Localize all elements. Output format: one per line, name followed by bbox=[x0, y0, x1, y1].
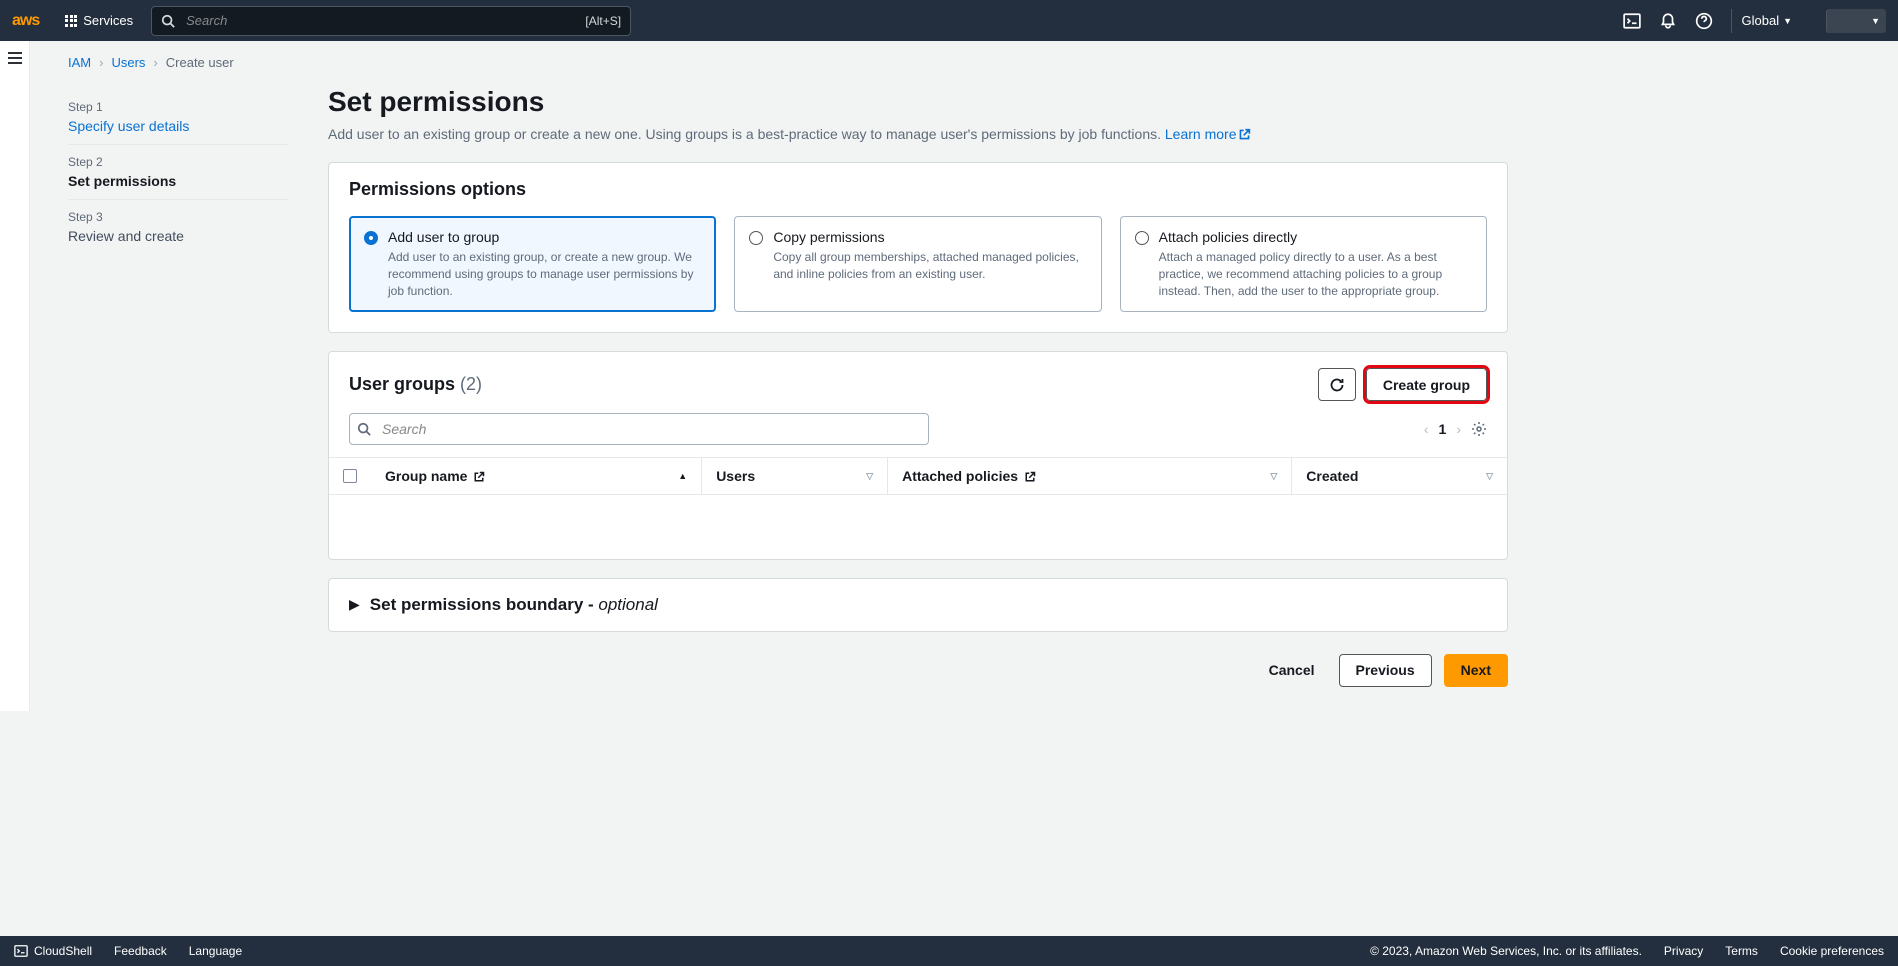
permissions-options-panel: Permissions options Add user to group Ad… bbox=[328, 162, 1508, 333]
chevron-right-icon: › bbox=[99, 55, 103, 70]
language-link[interactable]: Language bbox=[189, 944, 242, 958]
learn-more-link[interactable]: Learn more bbox=[1165, 126, 1252, 142]
option-add-to-group[interactable]: Add user to group Add user to an existin… bbox=[349, 216, 716, 312]
option-copy-permissions[interactable]: Copy permissions Copy all group membersh… bbox=[734, 216, 1101, 312]
feedback-link[interactable]: Feedback bbox=[114, 944, 167, 958]
radio-icon bbox=[1135, 231, 1149, 245]
cookies-link[interactable]: Cookie preferences bbox=[1780, 944, 1884, 958]
external-link-icon bbox=[473, 471, 485, 483]
col-created[interactable]: Created▽ bbox=[1292, 458, 1507, 495]
step-3: Step 3 Review and create bbox=[68, 200, 288, 254]
sort-icon: ▽ bbox=[866, 471, 873, 482]
radio-icon bbox=[749, 231, 763, 245]
option-title: Copy permissions bbox=[773, 229, 884, 245]
left-rail bbox=[0, 41, 30, 711]
panel-header: Permissions options bbox=[329, 163, 1507, 216]
chevron-right-icon: › bbox=[153, 55, 157, 70]
cancel-button[interactable]: Cancel bbox=[1257, 654, 1327, 687]
step-title: Specify user details bbox=[68, 118, 288, 134]
permissions-boundary-title: Set permissions boundary - optional bbox=[370, 595, 658, 615]
page-description: Add user to an existing group or create … bbox=[328, 126, 1508, 142]
hamburger-icon[interactable] bbox=[7, 51, 23, 65]
breadcrumb-current: Create user bbox=[166, 55, 234, 70]
option-title: Add user to group bbox=[388, 229, 499, 245]
col-attached-policies[interactable]: Attached policies ▽ bbox=[888, 458, 1292, 495]
create-group-button[interactable]: Create group bbox=[1366, 368, 1487, 401]
page-next[interactable]: › bbox=[1456, 421, 1461, 437]
step-title: Review and create bbox=[68, 228, 288, 244]
cloudshell-icon bbox=[14, 944, 28, 958]
topnav-right: Global ▼ ▼ bbox=[1623, 9, 1887, 33]
step-label: Step 3 bbox=[68, 210, 288, 224]
step-2: Step 2 Set permissions bbox=[68, 145, 288, 200]
services-label: Services bbox=[83, 13, 133, 28]
sort-icon: ▽ bbox=[1270, 471, 1277, 482]
breadcrumb-users[interactable]: Users bbox=[111, 55, 145, 70]
region-label: Global bbox=[1742, 13, 1780, 28]
cloudshell-button[interactable]: CloudShell bbox=[14, 944, 92, 958]
step-label: Step 2 bbox=[68, 155, 288, 169]
external-link-icon bbox=[1238, 128, 1251, 141]
external-link-icon bbox=[1024, 471, 1036, 483]
help-icon[interactable] bbox=[1695, 12, 1713, 30]
wizard-steps: Step 1 Specify user details Step 2 Set p… bbox=[68, 76, 288, 711]
option-attach-policies[interactable]: Attach policies directly Attach a manage… bbox=[1120, 216, 1487, 312]
gear-icon[interactable] bbox=[1471, 421, 1487, 437]
form-footer: Cancel Previous Next bbox=[328, 650, 1508, 711]
previous-button[interactable]: Previous bbox=[1339, 654, 1432, 687]
bottom-bar: CloudShell Feedback Language © 2023, Ama… bbox=[0, 936, 1898, 966]
privacy-link[interactable]: Privacy bbox=[1664, 944, 1703, 958]
search-icon bbox=[161, 14, 175, 28]
top-nav: aws Services [Alt+S] Global ▼ ▼ bbox=[0, 0, 1898, 41]
caret-right-icon: ▶ bbox=[349, 596, 360, 613]
account-menu[interactable]: ▼ bbox=[1826, 9, 1886, 33]
user-groups-title: User groups (2) bbox=[349, 374, 482, 395]
step-title: Set permissions bbox=[68, 173, 288, 189]
global-search: [Alt+S] bbox=[151, 6, 631, 36]
refresh-button[interactable] bbox=[1318, 368, 1356, 401]
search-shortcut: [Alt+S] bbox=[585, 14, 621, 28]
region-selector[interactable]: Global ▼ bbox=[1731, 9, 1803, 33]
groups-table: Group name ▲ Users▽ Attached polici bbox=[329, 457, 1507, 559]
option-desc: Add user to an existing group, or create… bbox=[388, 249, 701, 299]
step-label: Step 1 bbox=[68, 100, 288, 114]
page-title: Set permissions bbox=[328, 86, 1508, 118]
group-search-input[interactable] bbox=[349, 413, 929, 445]
user-groups-count: (2) bbox=[460, 374, 482, 394]
col-group-name[interactable]: Group name ▲ bbox=[371, 458, 702, 495]
option-desc: Attach a managed policy directly to a us… bbox=[1159, 249, 1472, 299]
copyright: © 2023, Amazon Web Services, Inc. or its… bbox=[1370, 944, 1642, 958]
pagination: ‹ 1 › bbox=[1424, 421, 1487, 437]
select-all-checkbox[interactable] bbox=[343, 469, 357, 483]
refresh-icon bbox=[1329, 377, 1345, 393]
user-groups-panel: User groups (2) Create group bbox=[328, 351, 1508, 560]
option-title: Attach policies directly bbox=[1159, 229, 1298, 245]
terms-link[interactable]: Terms bbox=[1725, 944, 1758, 958]
breadcrumb-iam[interactable]: IAM bbox=[68, 55, 91, 70]
grid-icon bbox=[65, 15, 77, 27]
search-icon bbox=[357, 422, 371, 436]
option-desc: Copy all group memberships, attached man… bbox=[773, 249, 1086, 283]
search-input[interactable] bbox=[151, 6, 631, 36]
permissions-boundary-toggle[interactable]: ▶ Set permissions boundary - optional bbox=[328, 578, 1508, 632]
sort-icon: ▽ bbox=[1486, 471, 1493, 482]
services-menu[interactable]: Services bbox=[55, 13, 143, 28]
step-1[interactable]: Step 1 Specify user details bbox=[68, 90, 288, 145]
breadcrumb: IAM › Users › Create user bbox=[30, 41, 1898, 76]
page-number: 1 bbox=[1439, 421, 1447, 437]
col-users[interactable]: Users▽ bbox=[702, 458, 888, 495]
aws-logo[interactable]: aws bbox=[12, 12, 39, 30]
group-search bbox=[349, 413, 929, 445]
notifications-icon[interactable] bbox=[1659, 12, 1677, 30]
radio-icon bbox=[364, 231, 378, 245]
sort-asc-icon: ▲ bbox=[678, 471, 687, 481]
next-button[interactable]: Next bbox=[1444, 654, 1508, 687]
cloudshell-icon[interactable] bbox=[1623, 12, 1641, 30]
page-prev[interactable]: ‹ bbox=[1424, 421, 1429, 437]
caret-down-icon: ▼ bbox=[1783, 16, 1792, 26]
